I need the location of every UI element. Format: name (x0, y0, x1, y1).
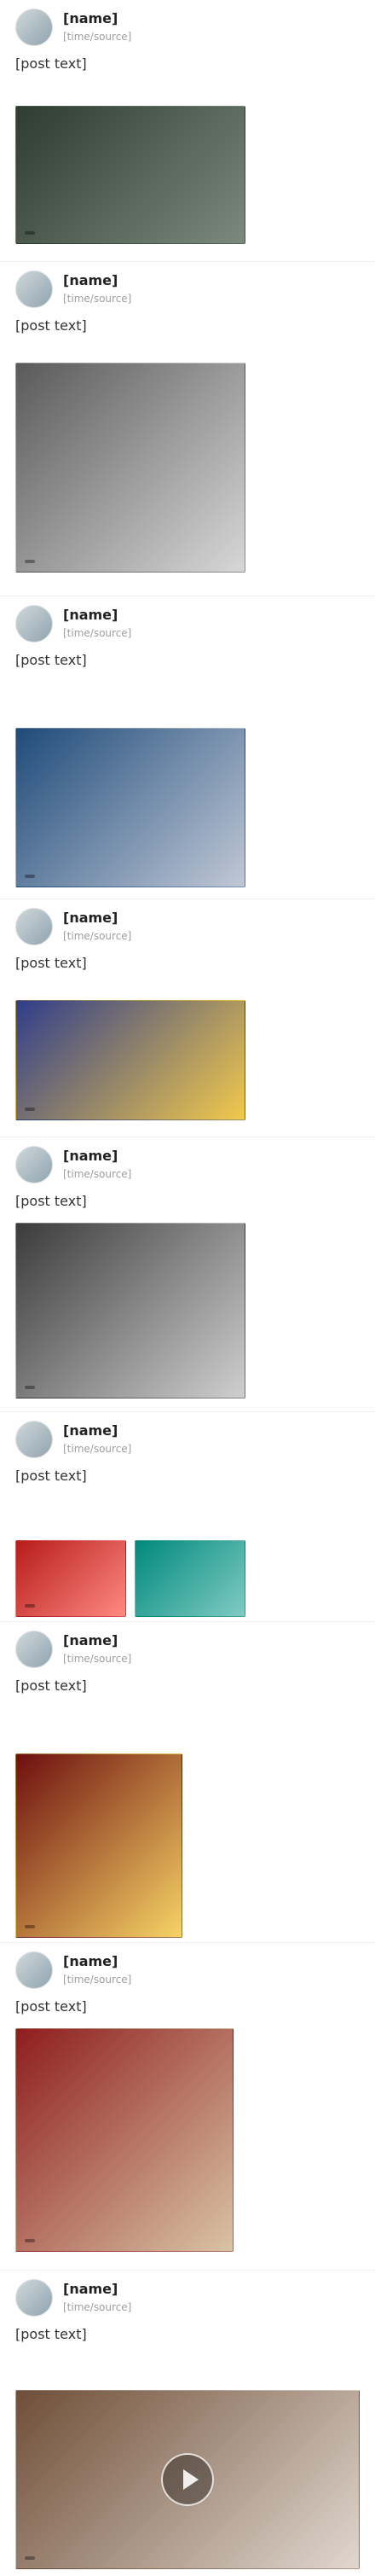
post-header: [name] [time/source] (15, 1951, 360, 1992)
avatar[interactable] (15, 908, 53, 945)
post-meta: [time/source] (63, 627, 132, 639)
post-image[interactable] (135, 1540, 245, 1617)
post-meta: [time/source] (63, 1974, 132, 1986)
post-header-text: [name] [time/source] (63, 272, 353, 305)
post-body: [post text] (15, 1192, 360, 1211)
post-body: [post text] (15, 651, 360, 670)
post-header-text: [name] [time/source] (63, 10, 353, 43)
post-header-text: [name] [time/source] (63, 2281, 353, 2313)
avatar[interactable] (15, 270, 53, 308)
post-header-text: [name] [time/source] (63, 1953, 353, 1986)
post-header: [name] [time/source] (15, 1421, 360, 1462)
post-text: [post text] (15, 317, 87, 334)
post-text: [post text] (15, 955, 87, 971)
image-caption (25, 1386, 35, 1389)
post-text: [post text] (15, 652, 87, 668)
author-name[interactable]: [name] (63, 607, 353, 624)
post-meta: [time/source] (63, 1443, 132, 1455)
avatar[interactable] (15, 2279, 53, 2317)
image-caption (25, 1108, 35, 1111)
post-card: [name] [time/source] [post text] (0, 1137, 375, 1411)
author-name[interactable]: [name] (63, 1632, 353, 1649)
video-caption (25, 2556, 35, 2560)
post-body: [post text] (15, 2325, 360, 2344)
author-name[interactable]: [name] (63, 2281, 353, 2298)
post-image[interactable] (15, 106, 245, 244)
post-image[interactable] (15, 2028, 234, 2252)
post-header: [name] [time/source] (15, 908, 360, 949)
post-meta: [time/source] (63, 31, 132, 43)
post-image[interactable] (15, 1753, 182, 1938)
post-image[interactable] (15, 1000, 245, 1120)
post-header: [name] [time/source] (15, 1631, 360, 1672)
post-card: [name] [time/source] [post text] (0, 2270, 375, 2576)
post-meta: [time/source] (63, 1168, 132, 1180)
post-header-text: [name] [time/source] (63, 910, 353, 942)
post-text: [post text] (15, 1678, 87, 1694)
post-body: [post text] (15, 954, 360, 973)
post-text: [post text] (15, 55, 87, 72)
avatar[interactable] (15, 9, 53, 46)
post-text: [post text] (15, 1998, 87, 2015)
post-image[interactable] (15, 1223, 245, 1398)
post-body: [post text] (15, 317, 360, 335)
image-caption (25, 560, 35, 563)
image-caption (25, 231, 35, 235)
post-card: [name] [time/source] [post text] (0, 261, 375, 596)
post-text: [post text] (15, 1193, 87, 1209)
post-body: [post text] (15, 1467, 360, 1486)
author-name[interactable]: [name] (63, 1422, 353, 1439)
post-header: [name] [time/source] (15, 605, 360, 646)
author-name[interactable]: [name] (63, 10, 353, 27)
post-meta: [time/source] (63, 293, 132, 305)
post-meta: [time/source] (63, 930, 132, 942)
post-header: [name] [time/source] (15, 2279, 360, 2320)
post-header-text: [name] [time/source] (63, 1632, 353, 1665)
author-name[interactable]: [name] (63, 910, 353, 927)
author-name[interactable]: [name] (63, 1148, 353, 1165)
post-meta: [time/source] (63, 2301, 132, 2313)
avatar[interactable] (15, 605, 53, 643)
post-card: [name] [time/source] [post text] (0, 1411, 375, 1621)
post-body: [post text] (15, 55, 360, 73)
post-card: [name] [time/source] [post text] (0, 1621, 375, 1942)
post-body: [post text] (15, 1997, 360, 2016)
post-image[interactable] (15, 728, 245, 887)
post-card: [name] [time/source] [post text] (0, 1942, 375, 2270)
post-card: [name] [time/source] [post text] (0, 596, 375, 898)
post-card: [name] [time/source] [post text] (0, 0, 375, 261)
author-name[interactable]: [name] (63, 272, 353, 289)
post-header-text: [name] [time/source] (63, 607, 353, 639)
post-image[interactable] (15, 1540, 126, 1617)
avatar[interactable] (15, 1421, 53, 1458)
post-video[interactable] (15, 2390, 360, 2569)
feed-page: [name] [time/source] [post text] [name] … (0, 0, 375, 2576)
image-caption (25, 1925, 35, 1928)
post-header: [name] [time/source] (15, 1146, 360, 1187)
post-meta: [time/source] (63, 1653, 132, 1665)
post-image[interactable] (15, 363, 245, 573)
image-caption (25, 1604, 35, 1608)
play-icon[interactable] (161, 2453, 214, 2506)
avatar[interactable] (15, 1146, 53, 1183)
post-text: [post text] (15, 2326, 87, 2342)
post-header-text: [name] [time/source] (63, 1422, 353, 1455)
post-header: [name] [time/source] (15, 9, 360, 49)
post-header-text: [name] [time/source] (63, 1148, 353, 1180)
post-text: [post text] (15, 1468, 87, 1484)
image-caption (25, 875, 35, 878)
avatar[interactable] (15, 1951, 53, 1989)
avatar[interactable] (15, 1631, 53, 1668)
post-header: [name] [time/source] (15, 270, 360, 311)
image-caption (25, 2239, 35, 2242)
post-body: [post text] (15, 1677, 360, 1695)
author-name[interactable]: [name] (63, 1953, 353, 1970)
post-card: [name] [time/source] [post text] (0, 898, 375, 1137)
